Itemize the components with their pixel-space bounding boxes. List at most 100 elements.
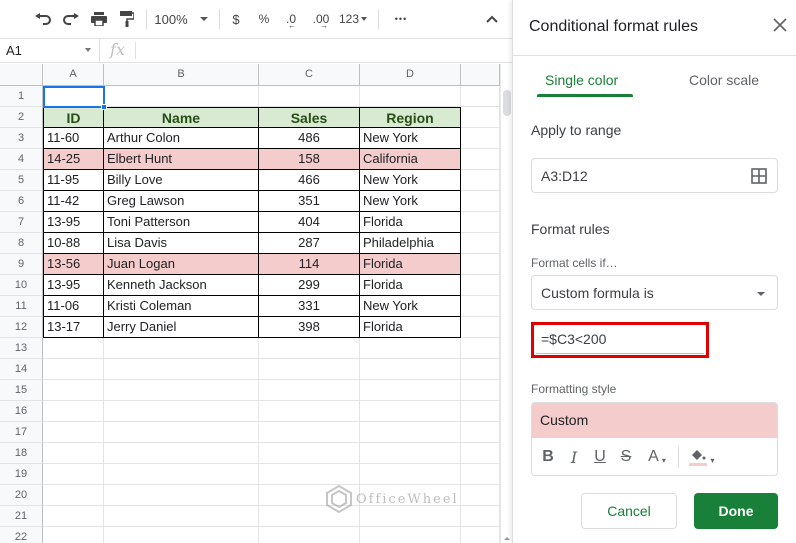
empty-cell[interactable] [461, 254, 500, 275]
italic-button[interactable]: I [566, 445, 582, 469]
custom-formula-input[interactable]: =$C3<200 [531, 322, 709, 358]
empty-cell[interactable] [461, 527, 500, 543]
row-header[interactable]: 7 [0, 212, 43, 233]
style-preview[interactable]: Custom [532, 403, 777, 438]
empty-cell[interactable] [461, 170, 500, 191]
cell-id[interactable]: 13-17 [43, 317, 104, 338]
cell-sales[interactable]: 398 [259, 317, 360, 338]
empty-cell[interactable] [104, 527, 259, 543]
name-box[interactable]: A1 [0, 39, 100, 62]
table-header-cell[interactable]: Name [104, 107, 259, 128]
empty-cell[interactable] [43, 359, 104, 380]
row-header[interactable]: 15 [0, 380, 43, 401]
table-header-cell[interactable]: Region [360, 107, 461, 128]
range-input[interactable]: A3:D12 [531, 158, 778, 193]
undo-button[interactable] [30, 5, 56, 33]
empty-cell[interactable] [461, 107, 500, 128]
vertical-scrollbar[interactable] [500, 64, 512, 543]
currency-button[interactable]: $ [226, 5, 246, 33]
empty-cell[interactable] [461, 443, 500, 464]
scroll-arrow-icon[interactable] [504, 537, 510, 540]
increase-decimal-button[interactable]: .00 → [308, 5, 334, 33]
zoom-select[interactable]: 100% [153, 5, 209, 33]
cell-region[interactable]: Florida [360, 254, 461, 275]
cell-region[interactable]: Florida [360, 275, 461, 296]
cell-name[interactable]: Greg Lawson [104, 191, 259, 212]
select-range-icon[interactable] [751, 168, 767, 184]
empty-cell[interactable] [461, 296, 500, 317]
empty-cell[interactable] [461, 485, 500, 506]
column-header-d[interactable]: D [360, 64, 461, 86]
empty-cell[interactable] [43, 86, 104, 107]
row-header[interactable]: 16 [0, 401, 43, 422]
cell-name[interactable]: Kenneth Jackson [104, 275, 259, 296]
more-formats-button[interactable]: 123 [336, 5, 370, 33]
tab-color-scale[interactable]: Color scale [689, 72, 759, 88]
cell-id[interactable]: 11-06 [43, 296, 104, 317]
column-header-b[interactable]: B [104, 64, 259, 86]
cell-sales[interactable]: 486 [259, 128, 360, 149]
empty-cell[interactable] [360, 527, 461, 543]
cell-sales[interactable]: 287 [259, 233, 360, 254]
empty-cell[interactable] [43, 422, 104, 443]
empty-cell[interactable] [259, 359, 360, 380]
row-header[interactable]: 12 [0, 317, 43, 338]
empty-cell[interactable] [461, 275, 500, 296]
tab-single-color[interactable]: Single color [545, 72, 618, 88]
empty-cell[interactable] [461, 422, 500, 443]
row-header[interactable]: 21 [0, 506, 43, 527]
table-header-cell[interactable]: Sales [259, 107, 360, 128]
cell-name[interactable]: Toni Patterson [104, 212, 259, 233]
cell-id[interactable]: 13-56 [43, 254, 104, 275]
cell-region[interactable]: New York [360, 191, 461, 212]
empty-cell[interactable] [360, 380, 461, 401]
select-all-corner[interactable] [0, 64, 43, 86]
cell-name[interactable]: Jerry Daniel [104, 317, 259, 338]
cell-name[interactable]: Juan Logan [104, 254, 259, 275]
empty-cell[interactable] [43, 506, 104, 527]
empty-cell[interactable] [104, 443, 259, 464]
bold-button[interactable]: B [540, 445, 556, 469]
column-header-c[interactable]: C [259, 64, 360, 86]
empty-cell[interactable] [461, 317, 500, 338]
cell-region[interactable]: Philadelphia [360, 233, 461, 254]
empty-cell[interactable] [259, 464, 360, 485]
cell-name[interactable]: Billy Love [104, 170, 259, 191]
empty-cell[interactable] [104, 422, 259, 443]
empty-cell[interactable] [461, 233, 500, 254]
empty-cell[interactable] [43, 338, 104, 359]
cell-sales[interactable]: 331 [259, 296, 360, 317]
empty-cell[interactable] [461, 149, 500, 170]
percent-button[interactable]: % [254, 5, 274, 33]
row-header[interactable]: 19 [0, 464, 43, 485]
cell-id[interactable]: 11-95 [43, 170, 104, 191]
row-header[interactable]: 11 [0, 296, 43, 317]
empty-cell[interactable] [360, 359, 461, 380]
cell-name[interactable]: Arthur Colon [104, 128, 259, 149]
cell-name[interactable]: Lisa Davis [104, 233, 259, 254]
cell-region[interactable]: New York [360, 128, 461, 149]
cell-region[interactable]: New York [360, 296, 461, 317]
empty-cell[interactable] [360, 464, 461, 485]
empty-cell[interactable] [259, 527, 360, 543]
cell-id[interactable]: 10-88 [43, 233, 104, 254]
row-header[interactable]: 20 [0, 485, 43, 506]
cell-sales[interactable]: 351 [259, 191, 360, 212]
empty-cell[interactable] [43, 380, 104, 401]
row-header[interactable]: 4 [0, 149, 43, 170]
empty-cell[interactable] [461, 401, 500, 422]
cell-sales[interactable]: 466 [259, 170, 360, 191]
empty-cell[interactable] [43, 527, 104, 543]
row-header[interactable]: 14 [0, 359, 43, 380]
empty-cell[interactable] [259, 86, 360, 107]
row-header[interactable]: 8 [0, 233, 43, 254]
empty-cell[interactable] [259, 401, 360, 422]
row-header[interactable]: 22 [0, 527, 43, 543]
row-header[interactable]: 17 [0, 422, 43, 443]
empty-cell[interactable] [461, 338, 500, 359]
empty-cell[interactable] [43, 443, 104, 464]
column-header-a[interactable]: A [43, 64, 104, 86]
row-header[interactable]: 10 [0, 275, 43, 296]
row-header[interactable]: 2 [0, 107, 43, 128]
empty-cell[interactable] [360, 86, 461, 107]
